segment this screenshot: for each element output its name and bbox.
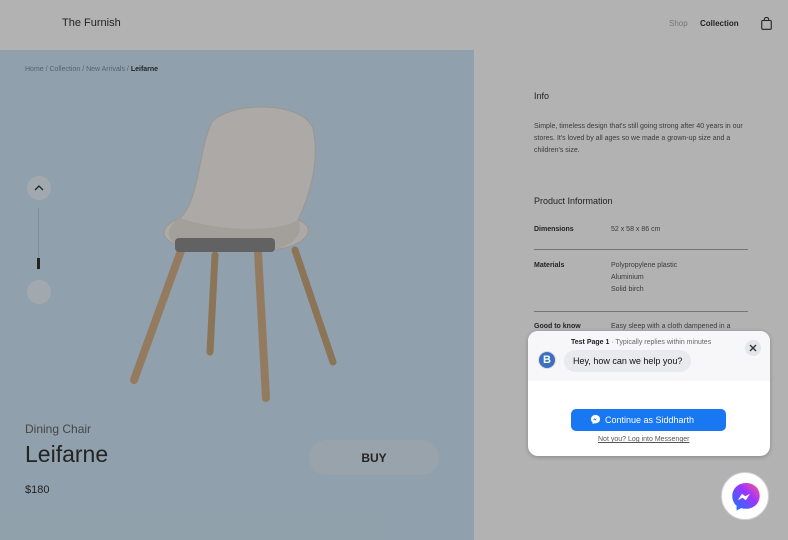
chat-close-button[interactable]: [745, 340, 761, 356]
messenger-icon: [590, 414, 601, 425]
chat-meta: Test Page 1 · Typically replies within m…: [571, 339, 711, 346]
chat-reply-time: · Typically replies within minutes: [611, 339, 712, 346]
continue-label: Continue as Siddharth: [605, 415, 695, 425]
messenger-chat-popup: B Test Page 1 · Typically replies within…: [528, 331, 770, 456]
close-icon: [749, 344, 757, 352]
product-page: The Furnish Shop Collection Home / Colle…: [0, 0, 788, 540]
page-avatar: B: [538, 351, 556, 369]
messenger-icon: [732, 483, 760, 511]
chat-header: B Test Page 1 · Typically replies within…: [528, 331, 770, 381]
messenger-launcher-button[interactable]: [721, 472, 769, 520]
modal-dim-overlay: [0, 0, 788, 540]
continue-as-button[interactable]: Continue as Siddharth: [571, 409, 726, 431]
chat-page-name: Test Page 1: [571, 339, 610, 346]
log-into-messenger-link[interactable]: Not you? Log into Messenger: [598, 436, 689, 443]
chat-greeting-bubble: Hey, how can we help you?: [564, 350, 692, 372]
